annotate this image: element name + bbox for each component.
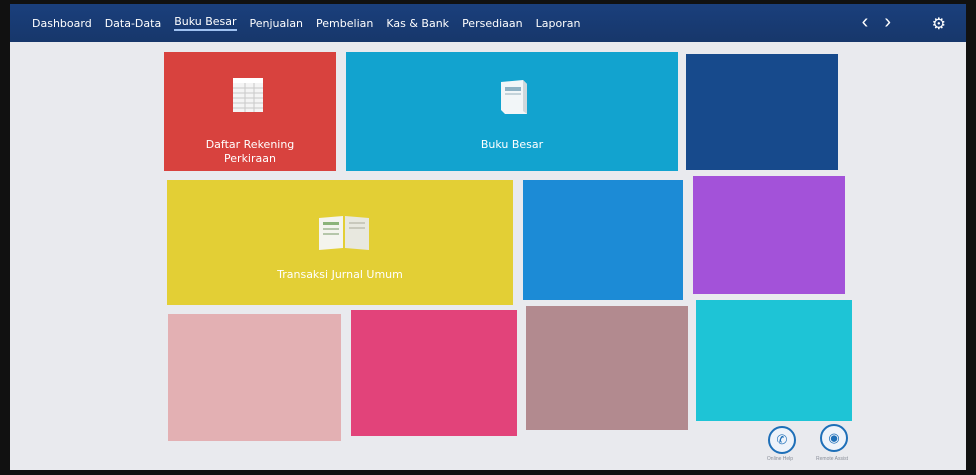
menu-laporan[interactable]: Laporan <box>536 17 581 30</box>
phone-icon[interactable]: ✆ <box>768 426 796 454</box>
remote-assist-label: Remote Assist <box>816 456 848 462</box>
gear-icon[interactable]: ⚙ <box>932 14 946 34</box>
tile-dark-blue[interactable] <box>686 54 838 170</box>
top-navbar: Dashboard Data-Data Buku Besar Penjualan… <box>10 4 966 42</box>
book-icon <box>501 80 527 114</box>
tile-buku-besar[interactable]: Buku Besar <box>346 52 678 171</box>
ledger-icon <box>233 78 263 112</box>
menu-buku-besar[interactable]: Buku Besar <box>174 15 237 31</box>
menu-penjualan[interactable]: Penjualan <box>250 17 304 30</box>
menu-data-data[interactable]: Data-Data <box>105 17 162 30</box>
tile-label: Buku Besar <box>480 138 544 151</box>
menu-dashboard[interactable]: Dashboard <box>32 17 92 30</box>
tile-magenta[interactable] <box>351 310 517 436</box>
menu-pembelian[interactable]: Pembelian <box>316 17 373 30</box>
chevron-left-icon[interactable]: ‹ <box>862 12 869 32</box>
tile-transaksi-jurnal-umum[interactable]: Transaksi Jurnal Umum <box>167 180 513 305</box>
tile-label: Transaksi Jurnal Umum <box>277 268 403 281</box>
globe-icon[interactable]: ◉ <box>820 424 848 452</box>
main-menu: Dashboard Data-Data Buku Besar Penjualan… <box>10 4 593 42</box>
menu-persediaan[interactable]: Persediaan <box>462 17 523 30</box>
chevron-right-icon[interactable]: › <box>884 12 891 32</box>
tile-pink-light[interactable] <box>168 314 341 441</box>
tile-daftar-rekening-perkiraan[interactable]: Daftar Rekening Perkiraan <box>164 52 336 171</box>
tile-blue[interactable] <box>523 180 683 300</box>
nav-arrows: ‹ › <box>862 12 891 32</box>
open-book-icon <box>319 216 369 250</box>
tile-cyan[interactable] <box>696 300 852 421</box>
tile-label: Daftar Rekening Perkiraan <box>205 138 295 165</box>
menu-kas-bank[interactable]: Kas & Bank <box>386 17 449 30</box>
online-help-label: Online Help <box>766 456 794 462</box>
tile-purple[interactable] <box>693 176 845 294</box>
tile-mauve[interactable] <box>526 306 688 430</box>
app-screen: Dashboard Data-Data Buku Besar Penjualan… <box>10 4 966 470</box>
